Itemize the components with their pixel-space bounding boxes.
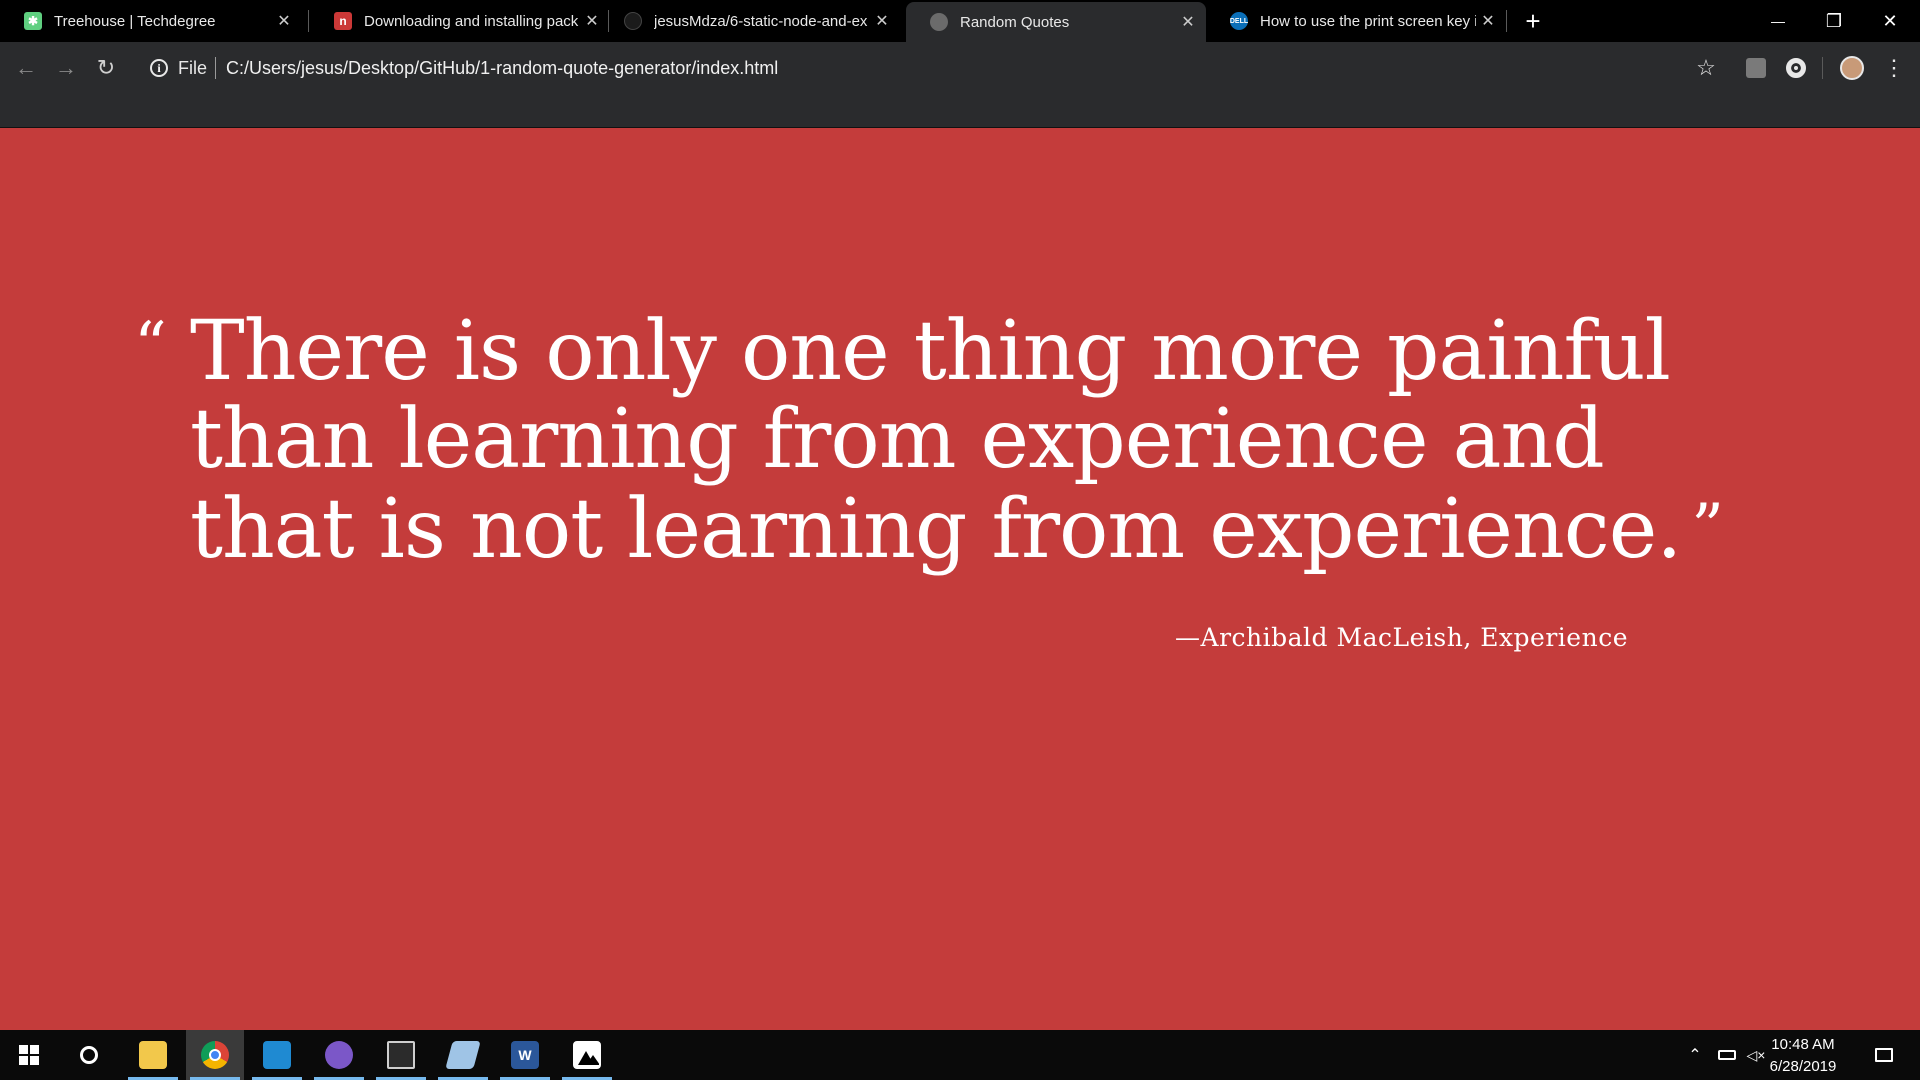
tab-dell[interactable]: DELL How to use the print screen key i ✕ xyxy=(1206,0,1506,42)
show-hidden-icons-chevron-icon[interactable]: ⌃ xyxy=(1680,1030,1710,1080)
tab-npm[interactable]: n Downloading and installing pack ✕ xyxy=(310,0,610,42)
new-tab-button[interactable]: + xyxy=(1518,0,1548,42)
notes-icon xyxy=(445,1041,481,1069)
quote-text: There is only one thing more painful tha… xyxy=(190,304,1682,577)
url-text[interactable]: C:/Users/jesus/Desktop/GitHub/1-random-q… xyxy=(226,58,778,79)
browser-toolbar: ← → ↻ i File C:/Users/jesus/Desktop/GitH… xyxy=(0,42,1920,128)
tab-github-repo[interactable]: jesusMdza/6-static-node-and-ex ✕ xyxy=(600,0,900,42)
window-close-button[interactable]: ✕ xyxy=(1862,0,1918,42)
reload-button[interactable]: ↻ xyxy=(88,50,124,86)
taskbar-photos[interactable] xyxy=(558,1030,616,1080)
bookmark-star-icon[interactable]: ☆ xyxy=(1688,50,1724,86)
word-icon: W xyxy=(511,1041,539,1069)
tab-separator xyxy=(1506,10,1507,32)
close-quote-mark: ” xyxy=(1691,491,1724,565)
extension-record-icon[interactable] xyxy=(1778,50,1814,86)
tab-title: How to use the print screen key i xyxy=(1260,12,1476,30)
tab-title: Downloading and installing pack xyxy=(364,12,579,30)
tab-separator xyxy=(308,10,309,32)
chrome-icon xyxy=(201,1041,229,1069)
toolbar-divider xyxy=(1822,57,1823,79)
quote-source: —Archibald MacLeish, Experience xyxy=(1175,623,1628,652)
restore-button[interactable]: ❐ xyxy=(1806,0,1862,42)
clock[interactable]: 10:48 AM 6/28/2019 xyxy=(1758,1034,1848,1078)
tab-title: Treehouse | Techdegree xyxy=(54,12,216,30)
browser-menu-icon[interactable]: ⋮ xyxy=(1876,50,1912,86)
start-button[interactable] xyxy=(0,1030,58,1080)
dell-icon: DELL xyxy=(1230,12,1248,30)
taskbar-terminal[interactable] xyxy=(372,1030,430,1080)
globe-icon xyxy=(930,13,948,31)
quote-block: “ There is only one thing more painful t… xyxy=(134,308,1750,574)
tab-random-quotes[interactable]: Random Quotes ✕ xyxy=(906,2,1206,42)
clock-date: 6/28/2019 xyxy=(1769,1058,1837,1075)
npm-icon: n xyxy=(334,12,352,30)
github-desktop-icon xyxy=(325,1041,353,1069)
taskbar-notes[interactable] xyxy=(434,1030,492,1080)
tab-title: jesusMdza/6-static-node-and-ex xyxy=(654,12,868,30)
taskbar-github-desktop[interactable] xyxy=(310,1030,368,1080)
taskbar-chrome[interactable] xyxy=(186,1030,244,1080)
github-icon xyxy=(624,12,642,30)
photos-icon xyxy=(573,1041,601,1069)
cortana-button[interactable] xyxy=(60,1030,118,1080)
minimize-button[interactable]: — xyxy=(1750,0,1806,42)
close-tab-icon[interactable]: ✕ xyxy=(272,11,296,31)
tab-strip: ✱ Treehouse | Techdegree ✕ n Downloading… xyxy=(0,0,1920,42)
tab-title: Random Quotes xyxy=(960,13,1070,31)
clock-time: 10:48 AM xyxy=(1771,1036,1835,1053)
close-tab-icon[interactable]: ✕ xyxy=(870,11,894,31)
file-explorer-icon xyxy=(139,1041,167,1069)
terminal-icon xyxy=(387,1041,415,1069)
vscode-icon xyxy=(263,1041,291,1069)
taskbar-vscode[interactable] xyxy=(248,1030,306,1080)
scheme-label: File xyxy=(178,57,208,78)
profile-avatar[interactable] xyxy=(1834,50,1870,86)
notifications-icon[interactable] xyxy=(1864,1030,1904,1080)
tab-treehouse[interactable]: ✱ Treehouse | Techdegree ✕ xyxy=(0,0,302,42)
search-circle-icon xyxy=(80,1046,98,1064)
address-divider xyxy=(215,57,217,79)
open-quote-mark: “ xyxy=(134,309,167,383)
windows-logo-icon xyxy=(19,1045,39,1065)
treehouse-icon: ✱ xyxy=(24,12,42,30)
forward-button[interactable]: → xyxy=(48,50,84,86)
back-button[interactable]: ← xyxy=(8,50,44,86)
taskbar-file-explorer[interactable] xyxy=(124,1030,182,1080)
close-tab-icon[interactable]: ✕ xyxy=(1176,12,1200,32)
extension-icon[interactable] xyxy=(1738,50,1774,86)
quote-page: “ There is only one thing more painful t… xyxy=(0,128,1920,1030)
site-info-icon[interactable]: i xyxy=(150,59,168,77)
battery-icon[interactable] xyxy=(1712,1030,1742,1080)
taskbar: W ⌃ ◁× 10:48 AM 6/28/2019 xyxy=(0,1030,1920,1080)
taskbar-word[interactable]: W xyxy=(496,1030,554,1080)
close-tab-icon[interactable]: ✕ xyxy=(1476,11,1500,31)
address-bar[interactable]: i File C:/Users/jesus/Desktop/GitHub/1-r… xyxy=(134,50,1674,86)
